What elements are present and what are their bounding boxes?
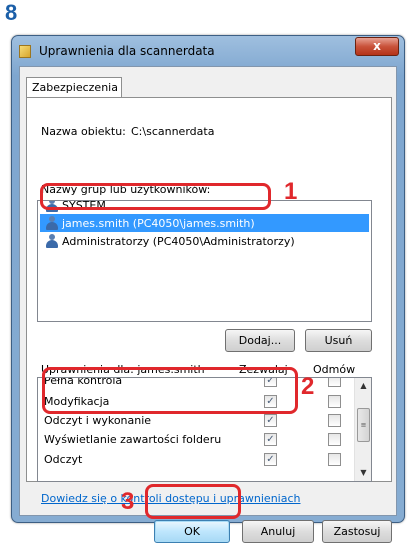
permission-row: Odczyt ✓	[38, 450, 356, 469]
object-name-label: Nazwa obiektu:	[41, 125, 126, 138]
permission-name: Odczyt	[44, 453, 83, 466]
ok-button[interactable]: OK	[154, 520, 230, 543]
callout-box-2	[42, 367, 298, 414]
allow-checkbox[interactable]: ✓	[264, 414, 277, 427]
callout-number-1: 1	[284, 178, 298, 205]
cancel-button[interactable]: Anuluj	[242, 520, 314, 543]
scroll-down-arrow-icon[interactable]: ▼	[355, 465, 371, 481]
apply-button[interactable]: Zastosuj	[322, 520, 392, 543]
callout-number-2: 2	[301, 373, 315, 400]
list-item-label: Administratorzy (PC4050\Administratorzy)	[62, 235, 295, 248]
scroll-up-arrow-icon[interactable]: ▲	[355, 378, 371, 394]
list-item-label: james.smith (PC4050\james.smith)	[62, 217, 255, 230]
list-item-james-smith[interactable]: james.smith (PC4050\james.smith)	[40, 214, 369, 232]
add-button[interactable]: Dodaj...	[225, 329, 295, 352]
groups-listbox[interactable]: SYSTEM james.smith (PC4050\james.smith) …	[37, 200, 372, 322]
scroll-thumb[interactable]: ≡	[357, 408, 370, 442]
folder-icon	[19, 45, 31, 58]
deny-header: Odmów	[313, 363, 356, 376]
list-item-administrators[interactable]: Administratorzy (PC4050\Administratorzy)	[40, 232, 369, 250]
deny-checkbox[interactable]	[328, 378, 341, 387]
deny-checkbox[interactable]	[328, 414, 341, 427]
tab-security[interactable]: Zabezpieczenia	[26, 77, 122, 98]
remove-button[interactable]: Usuń	[305, 329, 372, 352]
deny-checkbox[interactable]	[328, 453, 341, 466]
step-number: 8	[5, 0, 18, 25]
close-button[interactable]: x	[355, 37, 399, 56]
callout-box-3	[145, 484, 241, 519]
window-title: Uprawnienia dla scannerdata	[39, 44, 215, 58]
object-name-value: C:\scannerdata	[131, 125, 215, 138]
permissions-dialog: Uprawnienia dla scannerdata x Zabezpiecz…	[11, 35, 405, 543]
permission-row: Wyświetlanie zawartości folderu ✓	[38, 430, 356, 449]
user-icon	[45, 216, 58, 230]
deny-checkbox[interactable]	[328, 395, 341, 408]
callout-box-1	[40, 183, 271, 210]
dialog-body: Zabezpieczenia Nazwa obiektu: C:\scanner…	[19, 66, 397, 543]
permission-name: Wyświetlanie zawartości folderu	[44, 433, 222, 446]
group-icon	[45, 234, 58, 248]
allow-checkbox[interactable]: ✓	[264, 453, 277, 466]
allow-checkbox[interactable]: ✓	[264, 433, 277, 446]
deny-checkbox[interactable]	[328, 433, 341, 446]
permission-name: Odczyt i wykonanie	[44, 414, 152, 427]
callout-number-3: 3	[121, 488, 135, 515]
permissions-scrollbar[interactable]: ▲ ≡ ▼	[354, 378, 371, 481]
title-bar[interactable]: Uprawnienia dla scannerdata x	[12, 36, 404, 66]
